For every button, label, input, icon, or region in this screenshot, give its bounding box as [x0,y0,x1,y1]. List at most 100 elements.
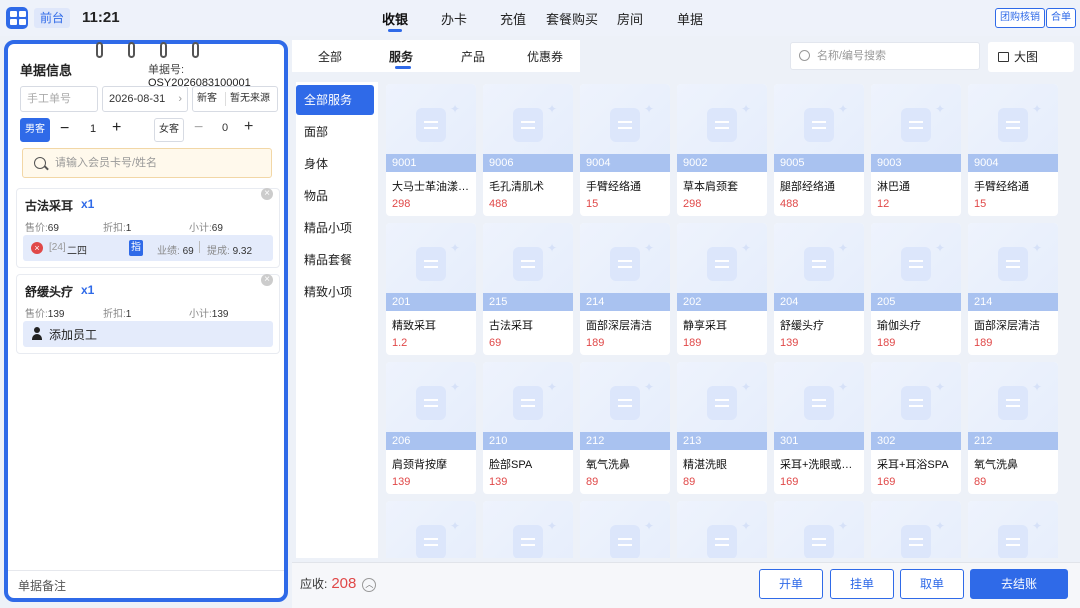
nav-bill[interactable]: 单据 [677,9,703,28]
merge-bill-button[interactable]: 合单 [1046,8,1076,28]
sparkle-icon: ✦ [741,241,752,255]
male-minus-button[interactable]: − [60,120,69,138]
date-picker[interactable]: 2026-08-31 › [102,86,188,112]
tab-product[interactable]: 产品 [461,48,485,65]
product-price: 189 [683,337,702,349]
order-note-input[interactable]: 单据备注 [8,570,284,598]
checkout-button[interactable]: 去结账 [970,569,1068,599]
manual-number-input[interactable]: 手工单号 [20,86,98,112]
category-face[interactable]: 面部 [296,117,374,147]
mode-badge[interactable]: 前台 [34,8,71,28]
order-item[interactable]: 舒缓头疗 x1 × 售价:139 折扣:1 小计:139 添加员工 [16,274,280,354]
category-all-services[interactable]: 全部服务 [296,85,374,115]
order-title: 单据信息 [20,63,73,78]
staff-row[interactable]: × [24] 二四 指 业绩: 69 提成: 9.32 [23,235,273,261]
product-tile[interactable]: ✦ 9004 手臂经络通 15 [580,84,670,216]
product-tile[interactable]: ✦ 301 采耳+洗眼或… 169 [774,362,864,494]
female-plus-button[interactable]: + [244,118,253,136]
product-tile[interactable]: ✦ 204 舒缓头疗 139 [774,223,864,355]
tab-all[interactable]: 全部 [318,48,342,65]
category-premium-items[interactable]: 精品小项 [296,213,374,243]
product-tile[interactable]: ✦ 201 精致采耳 1.2 [386,223,476,355]
product-tile[interactable]: ✦ 206 肩颈背按摩 139 [386,362,476,494]
sparkle-icon: ✦ [838,241,849,255]
product-tile[interactable]: ✦ 9006 毛孔清肌术 488 [483,84,573,216]
order-item[interactable]: 古法采耳 x1 × 售价:69 折扣:1 小计:69 × [24] 二四 指 业… [16,188,280,268]
product-price: 488 [780,198,799,210]
product-tile[interactable]: ✦ [774,501,864,558]
customer-source[interactable]: 新客 暂无来源 [192,86,278,112]
product-tile[interactable]: ✦ [677,501,767,558]
assigned-tag: 指 [129,240,143,256]
product-tile[interactable]: ✦ [386,501,476,558]
male-plus-button[interactable]: + [112,119,121,137]
nav-recharge[interactable]: 充值 [500,9,526,28]
product-tile[interactable]: ✦ 210 脸部SPA 139 [483,362,573,494]
product-name: 瑜伽头疗 [877,320,921,332]
product-tile[interactable]: ✦ [968,501,1058,558]
retrieve-order-button[interactable]: 取单 [900,569,964,599]
big-image-button[interactable]: 大图 [988,42,1074,72]
product-tile[interactable]: ✦ 9004 手臂经络通 15 [968,84,1058,216]
hold-order-button[interactable]: 挂单 [830,569,894,599]
product-tile[interactable]: ✦ [580,501,670,558]
product-tile[interactable]: ✦ 205 瑜伽头疗 189 [871,223,961,355]
product-tile[interactable]: ✦ 214 面部深层清洁 189 [580,223,670,355]
product-code: 204 [774,293,864,311]
product-name: 采耳+洗眼或… [780,459,853,471]
item-discount: 折扣:1 [103,223,132,234]
remove-item-icon[interactable]: × [261,274,273,286]
female-minus-button[interactable]: − [194,119,203,137]
category-body[interactable]: 身体 [296,149,374,179]
product-tile[interactable]: ✦ 212 氧气洗鼻 89 [580,362,670,494]
category-premium-packages[interactable]: 精品套餐 [296,245,374,275]
new-customer-label: 新客 [197,93,217,104]
product-tile[interactable]: ✦ 302 采耳+耳浴SPA 169 [871,362,961,494]
product-tile[interactable]: ✦ [871,501,961,558]
app-logo-icon[interactable] [6,7,28,29]
sparkle-icon: ✦ [450,241,461,255]
nav-package[interactable]: 套餐购买 [546,9,598,28]
female-toggle[interactable]: 女客 [154,118,184,142]
nav-card[interactable]: 办卡 [441,9,467,28]
remove-item-icon[interactable]: × [261,188,273,200]
product-price: 89 [586,476,599,488]
product-tile[interactable]: ✦ 202 静享采耳 189 [677,223,767,355]
item-qty: x1 [81,197,95,211]
category-goods[interactable]: 物品 [296,181,374,211]
product-tile[interactable]: ✦ 9005 腿部经络通 488 [774,84,864,216]
product-name: 舒缓头疗 [780,320,824,332]
remove-staff-icon[interactable]: × [31,242,43,254]
sparkle-icon: ✦ [547,102,558,116]
product-tile[interactable]: ✦ [483,501,573,558]
male-toggle[interactable]: 男客 [20,118,50,142]
product-tile[interactable]: ✦ 213 精湛洗眼 89 [677,362,767,494]
nav-room[interactable]: 房间 [617,9,643,28]
product-price: 189 [877,337,896,349]
product-tile[interactable]: ✦ 9001 大马士革油漾… 298 [386,84,476,216]
product-code: 301 [774,432,864,450]
document-icon [901,247,931,281]
nav-cashier[interactable]: 收银 [382,9,408,28]
product-code: 9005 [774,154,864,172]
document-icon [610,247,640,281]
product-code: 213 [677,432,767,450]
category-fine-items[interactable]: 精致小项 [296,277,374,307]
tab-coupon[interactable]: 优惠券 [527,48,563,65]
product-tile[interactable]: ✦ 212 氧气洗鼻 89 [968,362,1058,494]
open-order-button[interactable]: 开单 [759,569,823,599]
group-verify-button[interactable]: 团购核销 [995,8,1045,28]
product-tile[interactable]: ✦ 9003 淋巴通 12 [871,84,961,216]
search-input[interactable]: 名称/编号搜索 [790,42,980,70]
member-search-input[interactable]: 请输入会员卡号/姓名 [22,148,272,178]
product-tile[interactable]: ✦ 9002 草本肩颈套 298 [677,84,767,216]
add-staff-button[interactable]: 添加员工 [23,321,273,347]
document-icon [416,108,446,142]
product-price: 139 [489,476,508,488]
product-tile[interactable]: ✦ 215 古法采耳 69 [483,223,573,355]
document-icon [804,108,834,142]
tab-service[interactable]: 服务 [389,48,413,65]
chevron-up-icon[interactable]: ︿ [362,578,377,592]
product-tile[interactable]: ✦ 214 面部深层清洁 189 [968,223,1058,355]
document-icon [610,108,640,142]
